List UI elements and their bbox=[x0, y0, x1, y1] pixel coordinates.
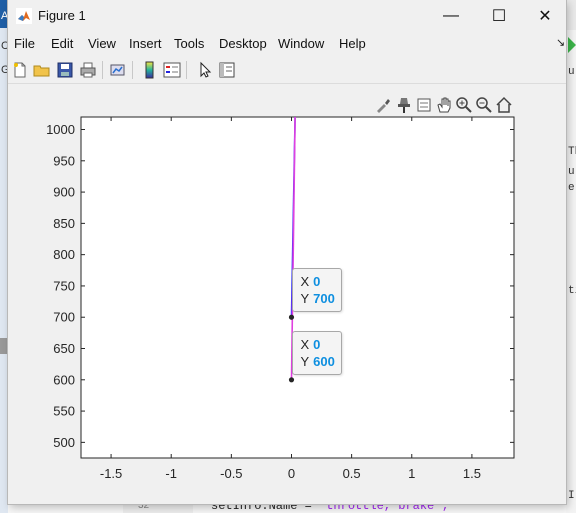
x-tick-label: 0 bbox=[288, 466, 295, 481]
datatip-marker bbox=[288, 377, 295, 383]
background-text: er bbox=[568, 182, 576, 194]
background-text: ti bbox=[568, 285, 576, 297]
background-editor: 32 setInfo.Name = "throttle, brake"; bbox=[8, 499, 566, 513]
y-tick-label: 700 bbox=[53, 310, 75, 325]
background-window-right: u Th u er ti I bbox=[566, 0, 576, 513]
datatip-y-value: 700 bbox=[313, 291, 335, 307]
run-icon bbox=[568, 37, 576, 53]
background-window-left: AP G C bbox=[0, 0, 16, 513]
y-tick-label: 1000 bbox=[46, 122, 75, 137]
datatip-marker bbox=[288, 314, 295, 320]
x-tick-label: 1.5 bbox=[463, 466, 481, 481]
datatip-y-label: Y bbox=[300, 353, 310, 369]
datatip-x-value: 0 bbox=[313, 336, 321, 352]
background-panel bbox=[0, 338, 8, 354]
datatip-x-value: 0 bbox=[313, 274, 321, 290]
y-tick-label: 900 bbox=[53, 185, 75, 200]
datatip-y-label: Y bbox=[300, 291, 310, 307]
x-tick-label: -1.5 bbox=[100, 466, 122, 481]
datatip-2[interactable]: X0 Y 600 bbox=[292, 330, 342, 375]
x-tick-label: 1 bbox=[408, 466, 415, 481]
background-text: u bbox=[568, 166, 575, 178]
y-tick-label: 950 bbox=[53, 153, 75, 168]
editor-gutter bbox=[123, 503, 193, 513]
background-text: u bbox=[568, 66, 575, 78]
line-chart[interactable]: 5005506006507007508008509009501000 -1.5-… bbox=[8, 0, 566, 504]
x-tick-label: 0.5 bbox=[343, 466, 361, 481]
datatip-y-value: 600 bbox=[313, 353, 335, 369]
y-tick-label: 650 bbox=[53, 341, 75, 356]
background-text: Th bbox=[568, 146, 576, 158]
y-tick-label: 850 bbox=[53, 216, 75, 231]
datatip-1[interactable]: X0 Y 700 bbox=[292, 268, 342, 313]
datatip-x-label: X bbox=[300, 336, 310, 352]
x-tick-label: -0.5 bbox=[220, 466, 242, 481]
datatip-x-label: X bbox=[300, 274, 310, 290]
y-tick-label: 800 bbox=[53, 247, 75, 262]
background-text: I bbox=[568, 490, 575, 502]
y-tick-label: 500 bbox=[53, 435, 75, 450]
y-tick-label: 550 bbox=[53, 404, 75, 419]
y-tick-label: 600 bbox=[53, 372, 75, 387]
figure-window: Figure 1 — ☐ ✕ File Edit View Insert Too… bbox=[8, 0, 566, 504]
x-tick-label: -1 bbox=[165, 466, 177, 481]
y-tick-label: 750 bbox=[53, 278, 75, 293]
